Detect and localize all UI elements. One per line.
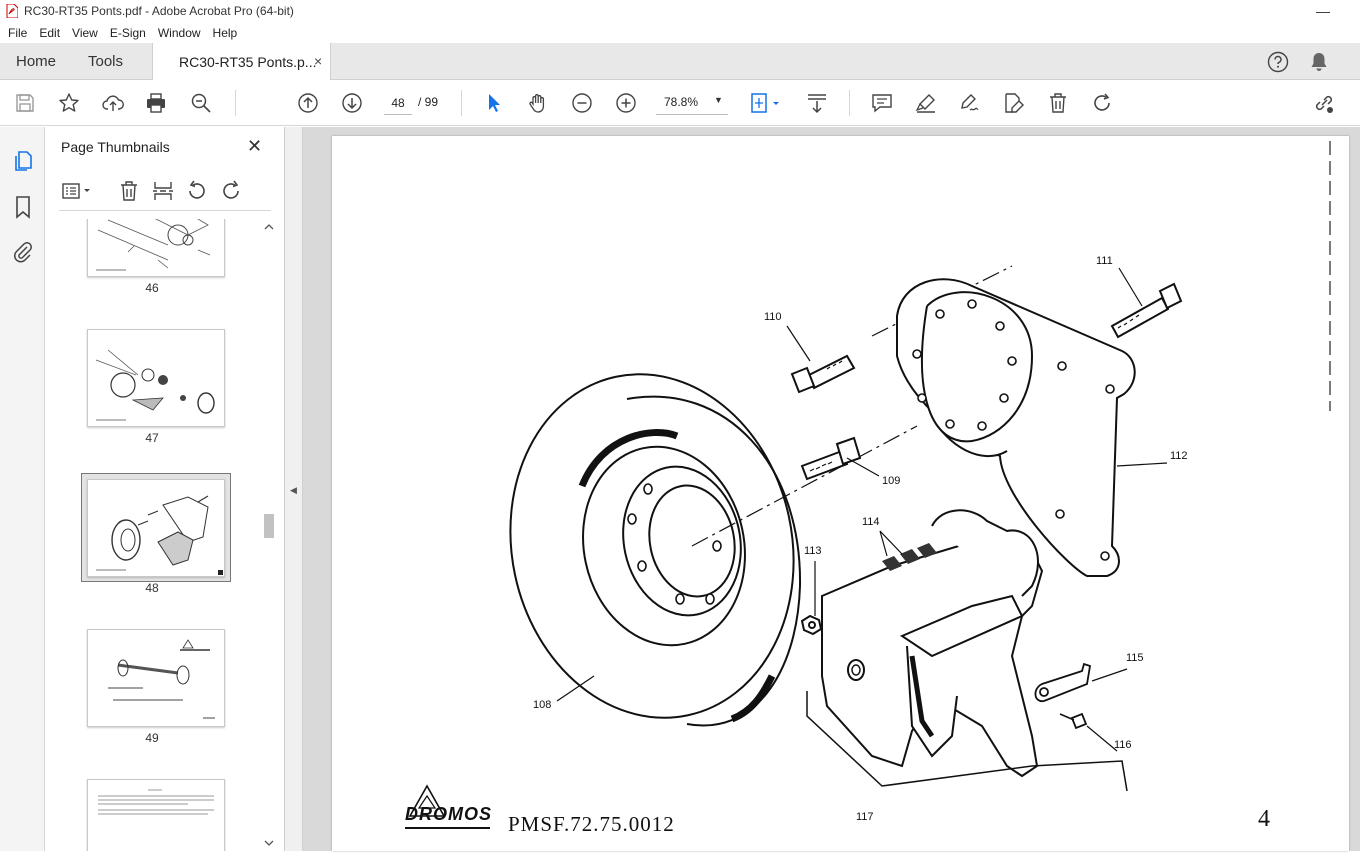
page-total-label: / 99 xyxy=(418,95,439,109)
zoom-out-icon[interactable] xyxy=(570,91,594,115)
attachments-paperclip-icon[interactable] xyxy=(11,240,35,264)
thumbnail-drawing xyxy=(95,349,215,421)
toolbar-divider xyxy=(235,90,236,116)
fit-page-icon[interactable] xyxy=(749,91,785,115)
chevron-down-icon: ▼ xyxy=(714,95,723,105)
callout-108: 108 xyxy=(533,699,552,711)
options-menu-icon[interactable] xyxy=(61,179,95,203)
delete-page-icon[interactable] xyxy=(117,179,141,203)
thumbnail-page-49[interactable] xyxy=(87,629,225,727)
menu-edit[interactable]: Edit xyxy=(33,26,66,40)
tab-tools[interactable]: Tools xyxy=(88,53,123,70)
callout-111: 111 xyxy=(1096,255,1113,267)
draw-sign-icon[interactable] xyxy=(957,91,981,115)
logo-wordmark: DROMOS xyxy=(405,804,492,824)
tab-home[interactable]: Home xyxy=(16,53,56,70)
help-icon[interactable] xyxy=(1267,51,1289,73)
thumbnail-page-48[interactable] xyxy=(87,479,225,577)
thumbnail-page-number: 47 xyxy=(145,431,159,445)
menu-esign[interactable]: E-Sign xyxy=(104,26,152,40)
thumbnail-drawing xyxy=(96,219,211,271)
zoom-value: 78.8% xyxy=(664,95,699,109)
thumbnail-drawing xyxy=(108,639,215,719)
next-page-icon[interactable] xyxy=(340,91,364,115)
tab-document[interactable]: RC30-RT35 Ponts.p... × xyxy=(152,43,331,81)
page-number-input[interactable] xyxy=(384,91,412,115)
exploded-parts-drawing: DROMOS xyxy=(405,141,1331,829)
toolbar-divider xyxy=(461,90,462,116)
comment-icon[interactable] xyxy=(870,91,894,115)
thumbnail-drawing xyxy=(96,495,223,575)
search-zoom-icon[interactable] xyxy=(189,91,213,115)
callout-112: 112 xyxy=(1170,450,1188,462)
scroll-mode-icon[interactable] xyxy=(805,91,829,115)
document-reference: PMSF.72.75.0012 xyxy=(508,812,675,836)
thumbnail-page-number: 49 xyxy=(145,731,159,745)
select-cursor-icon[interactable] xyxy=(482,91,506,115)
hand-tool-icon[interactable] xyxy=(526,91,550,115)
panel-title: Page Thumbnails xyxy=(61,139,170,155)
save-icon[interactable] xyxy=(13,91,37,115)
window-title: RC30-RT35 Ponts.pdf - Adobe Acrobat Pro … xyxy=(24,4,294,18)
tab-close-button[interactable]: × xyxy=(314,53,322,69)
edit-pdf-icon[interactable] xyxy=(1001,91,1025,115)
upload-cloud-icon[interactable] xyxy=(101,91,125,115)
page-thumbnails-panel: Page Thumbnails ✕ 46 47 48 49 xyxy=(45,127,285,851)
menu-view[interactable]: View xyxy=(66,26,104,40)
tab-document-label: RC30-RT35 Ponts.p... xyxy=(179,54,317,70)
page-thumbnails-icon[interactable] xyxy=(11,149,35,173)
callout-114: 114 xyxy=(862,516,880,528)
menu-bar: File Edit View E-Sign Window Help xyxy=(0,22,1360,43)
thumbnail-page-50[interactable] xyxy=(87,779,225,851)
callout-116: 116 xyxy=(1114,739,1132,751)
thumbnail-list: 46 47 48 49 xyxy=(45,219,261,851)
panel-collapse-handle[interactable]: ◀ xyxy=(285,127,303,851)
left-navigation-rail xyxy=(0,127,45,851)
callout-110: 110 xyxy=(764,311,782,323)
rotate-redo-icon[interactable] xyxy=(1090,91,1114,115)
notification-bell-icon[interactable] xyxy=(1310,52,1328,72)
thumbnail-page-47[interactable] xyxy=(87,329,225,427)
thumbnail-drawing xyxy=(98,789,214,815)
share-link-icon[interactable] xyxy=(1312,91,1336,115)
menu-window[interactable]: Window xyxy=(152,26,207,40)
insert-page-icon[interactable] xyxy=(151,179,175,203)
document-viewer: DROMOS 108 109 110 111 112 113 114 115 1… xyxy=(303,127,1360,851)
dromos-logo: DROMOS xyxy=(405,784,492,829)
thumbnail-page-number: 46 xyxy=(145,281,159,295)
acrobat-pdf-icon xyxy=(6,4,18,18)
callout-117: 117 xyxy=(856,811,874,823)
zoom-select[interactable]: 78.8% ▼ xyxy=(656,91,728,115)
tab-bar: Home Tools RC30-RT35 Ponts.p... × xyxy=(0,43,1360,81)
chevron-left-icon: ◀ xyxy=(290,485,297,495)
menu-file[interactable]: File xyxy=(2,26,33,40)
printed-page-number: 4 xyxy=(1258,806,1270,832)
title-bar: RC30-RT35 Ponts.pdf - Adobe Acrobat Pro … xyxy=(0,0,1360,22)
minimize-button[interactable]: — xyxy=(1316,3,1330,19)
callout-115: 115 xyxy=(1126,652,1144,664)
thumbnail-page-46[interactable] xyxy=(87,219,225,277)
panel-close-button[interactable]: ✕ xyxy=(247,136,262,157)
bookmark-star-icon[interactable] xyxy=(57,91,81,115)
delete-trash-icon[interactable] xyxy=(1046,91,1070,115)
thumbnail-scrollbar[interactable] xyxy=(262,219,276,851)
toolbar-divider xyxy=(849,90,850,116)
rotate-clockwise-icon[interactable] xyxy=(219,179,243,203)
callout-113: 113 xyxy=(804,545,822,557)
callout-109: 109 xyxy=(882,475,901,487)
pdf-page: DROMOS 108 109 110 111 112 113 114 115 1… xyxy=(332,136,1349,851)
highlight-pen-icon[interactable] xyxy=(914,91,938,115)
rotate-counterclockwise-icon[interactable] xyxy=(185,179,209,203)
menu-help[interactable]: Help xyxy=(207,26,244,40)
zoom-in-icon[interactable] xyxy=(614,91,638,115)
bookmarks-icon[interactable] xyxy=(11,195,35,219)
print-icon[interactable] xyxy=(144,91,168,115)
thumbnail-page-number: 48 xyxy=(145,581,159,595)
previous-page-icon[interactable] xyxy=(296,91,320,115)
thumbnail-toolbar xyxy=(59,179,271,211)
